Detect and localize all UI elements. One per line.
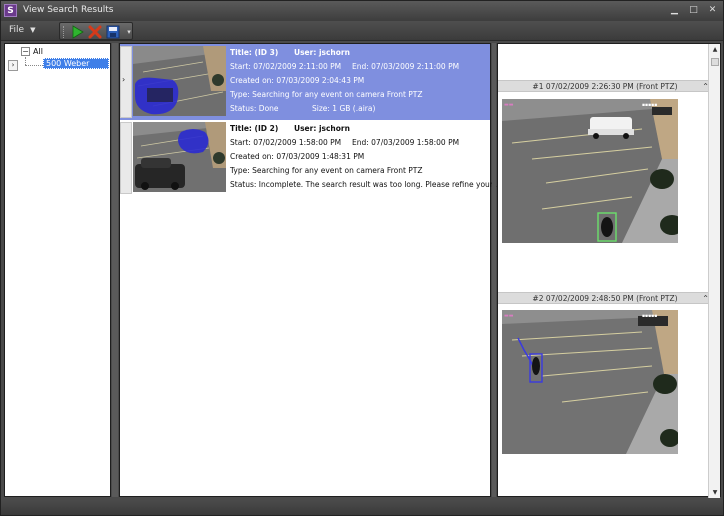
play-icon xyxy=(72,25,84,39)
toolbar: File ▼ ▾ xyxy=(1,21,723,41)
tree-panel: − All › 500 Weber xyxy=(4,43,111,497)
save-button[interactable] xyxy=(106,25,120,39)
maximize-button[interactable]: □ xyxy=(687,5,700,17)
tree-item-500-weber[interactable]: 500 Weber xyxy=(43,58,109,69)
result-size: Size: 1 GB (.aira) xyxy=(312,104,376,113)
overlay-text: ▬▬ xyxy=(504,102,514,108)
frames-scrollbar[interactable]: ▲ ▼ xyxy=(708,44,720,498)
frame-image: ▬▬ ▪▪▪▪▪ xyxy=(502,310,678,454)
result-title: Title: (ID 3) xyxy=(230,48,279,57)
result-user: User: jschorn xyxy=(294,124,350,133)
file-menu-label: File xyxy=(9,25,25,35)
minimize-button[interactable]: ▁ xyxy=(668,5,681,17)
current-row-arrow-icon: › xyxy=(8,60,18,71)
result-thumbnail xyxy=(133,122,226,192)
frame-header[interactable]: #1 07/02/2009 2:26:30 PM (Front PTZ) ⌃ xyxy=(498,80,712,92)
frame-timestamp: #2 07/02/2009 2:48:50 PM (Front PTZ) xyxy=(532,294,678,303)
result-created: Created on: 07/03/2009 1:48:31 PM xyxy=(230,152,365,161)
result-user: User: jschorn xyxy=(294,48,350,57)
frame-header[interactable]: #2 07/02/2009 2:48:50 PM (Front PTZ) ⌃ xyxy=(498,292,712,304)
scroll-down-icon[interactable]: ▼ xyxy=(710,488,720,497)
result-row[interactable]: Title: (ID 2) User: jschorn Start: 07/02… xyxy=(120,120,499,196)
row-indicator[interactable]: › xyxy=(120,46,132,118)
overlay-text: ▬▬ xyxy=(504,313,514,319)
result-start: Start: 07/02/2009 1:58:00 PM xyxy=(230,138,342,147)
close-button[interactable]: ✕ xyxy=(706,5,719,17)
result-end: End: 07/03/2009 2:11:00 PM xyxy=(352,62,460,71)
toolbar-button-group: ▾ xyxy=(59,22,133,40)
result-row[interactable]: › Title: (ID 3) User: jschorn Start: 07/… xyxy=(120,44,490,120)
results-panel: › Title: (ID 3) User: jschorn Start: 07/… xyxy=(119,43,499,497)
save-icon xyxy=(106,25,120,39)
current-row-arrow-icon: › xyxy=(122,75,126,84)
tree-item-all[interactable]: All xyxy=(33,47,43,56)
chevron-down-icon: ▼ xyxy=(30,26,36,34)
row-indicator[interactable] xyxy=(120,122,132,194)
window-title: View Search Results xyxy=(23,5,114,15)
app-logo-icon: S xyxy=(4,4,17,17)
frame-image: ▬▬ ▪▪▪▪▪ xyxy=(502,99,678,243)
tree-connector xyxy=(25,65,43,66)
left-splitter[interactable] xyxy=(112,43,118,497)
delete-button[interactable] xyxy=(88,25,102,39)
delete-icon xyxy=(88,25,102,39)
scroll-thumb[interactable] xyxy=(711,58,719,66)
search-results-window: S View Search Results ▁ □ ✕ File ▼ ▾ − Al… xyxy=(0,0,724,516)
overlay-text: ▪▪▪▪▪ xyxy=(642,103,657,108)
result-start: Start: 07/02/2009 2:11:00 PM xyxy=(230,62,342,71)
result-status: Status: Incomplete. The search result wa… xyxy=(230,180,500,189)
frames-panel: #1 07/02/2009 2:26:30 PM (Front PTZ) ⌃ ▬… xyxy=(497,43,721,498)
file-menu[interactable]: File ▼ xyxy=(9,25,35,35)
result-type: Type: Searching for any event on camera … xyxy=(230,166,423,175)
result-title: Title: (ID 2) xyxy=(230,124,279,133)
play-button[interactable] xyxy=(70,25,84,39)
scroll-up-icon[interactable]: ▲ xyxy=(710,45,720,54)
frame-timestamp: #1 07/02/2009 2:26:30 PM (Front PTZ) xyxy=(532,82,678,91)
result-thumbnail xyxy=(133,46,226,116)
right-splitter[interactable] xyxy=(492,43,496,497)
result-status: Status: Done xyxy=(230,104,279,113)
collapse-tree-icon[interactable]: − xyxy=(21,47,30,56)
tree-connector xyxy=(25,57,26,65)
result-end: End: 07/03/2009 1:58:00 PM xyxy=(352,138,460,147)
toolbar-grip[interactable] xyxy=(63,26,66,38)
overlay-text: ▪▪▪▪▪ xyxy=(642,314,657,319)
result-type: Type: Searching for any event on camera … xyxy=(230,90,423,99)
chevron-down-icon[interactable]: ▾ xyxy=(122,25,136,39)
title-bar: S View Search Results ▁ □ ✕ xyxy=(1,1,723,21)
result-created: Created on: 07/03/2009 2:04:43 PM xyxy=(230,76,365,85)
status-bar xyxy=(1,501,723,515)
